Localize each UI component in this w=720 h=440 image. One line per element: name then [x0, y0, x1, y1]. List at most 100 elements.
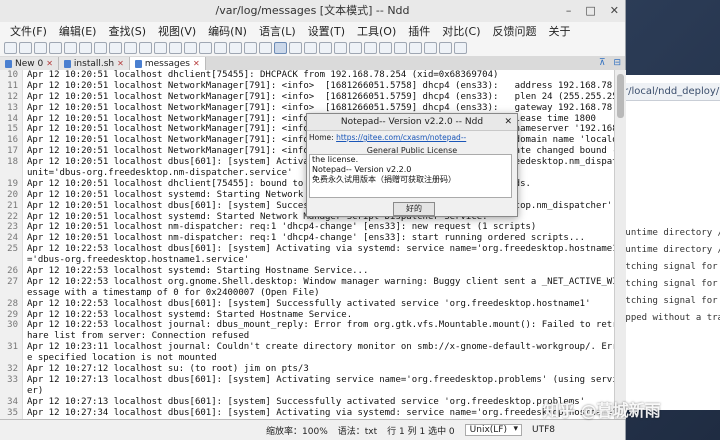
line-number: 31 [7, 342, 18, 353]
toolbar [0, 40, 625, 56]
tab-install-sh[interactable]: install.sh ✕ [58, 57, 130, 70]
column-icon[interactable] [424, 42, 437, 54]
line-text: unit='dbus-org.freedesktop.nm-dispatcher… [27, 168, 293, 179]
menu-bar: 文件(F) 编辑(E) 查找(S) 视图(V) 编码(N) 语言(L) 设置(T) 工具(O)… [0, 22, 625, 40]
editor-line: 10 Apr 12 10:20:51 localhost dhclient[754… [0, 70, 614, 81]
copy-icon[interactable] [109, 42, 122, 54]
goto-icon[interactable] [199, 42, 212, 54]
compare-icon[interactable] [289, 42, 302, 54]
maximize-icon[interactable]: □ [585, 0, 595, 22]
menu-item[interactable]: 对比(C) [436, 23, 486, 39]
upper-icon[interactable] [394, 42, 407, 54]
tab-label: messages [144, 58, 190, 69]
macro-play-icon[interactable] [349, 42, 362, 54]
bookmark-icon[interactable] [319, 42, 332, 54]
line-text: Apr 12 10:20:51 localhost NetworkManager… [27, 102, 614, 113]
line-text: Apr 12 10:23:11 localhost journal: Could… [27, 342, 614, 353]
find-icon[interactable] [169, 42, 182, 54]
macro-record-icon[interactable] [334, 42, 347, 54]
line-number: 12 [7, 91, 18, 102]
open-file-icon[interactable] [19, 42, 32, 54]
close-all-icon[interactable] [79, 42, 92, 54]
tab-messages[interactable]: messages ✕ [129, 57, 206, 70]
trans-icon[interactable] [379, 42, 392, 54]
save-icon[interactable] [34, 42, 47, 54]
editor-line: 30 Apr 12 10:22:53 localhost journal: dbu… [0, 320, 614, 331]
editor-line: 28 Apr 12 10:22:53 localhost dbus[601]: [… [0, 299, 614, 310]
home-link[interactable]: https://gitee.com/cxasm/notepad-- [336, 133, 466, 142]
menu-item[interactable]: 编辑(E) [53, 23, 103, 39]
indent-guide-icon[interactable] [229, 42, 242, 54]
replace-icon[interactable] [184, 42, 197, 54]
editor-line: 24 Apr 12 10:20:51 localhost nm-dispatche… [0, 233, 614, 244]
close-icon[interactable]: ✕ [504, 114, 512, 130]
menu-item[interactable]: 查找(S) [102, 23, 152, 39]
eol-select[interactable]: Unix(LF) [464, 424, 522, 436]
tab-new-0[interactable]: New 0 ✕ [0, 57, 59, 70]
editor-line: 32 Apr 12 10:27:12 localhost su: (to root… [0, 364, 614, 375]
editor-line: 11 Apr 12 10:20:51 localhost NetworkManag… [0, 81, 614, 92]
vertical-scrollbar[interactable] [614, 70, 626, 419]
pin-icon[interactable]: ⊼ [599, 56, 606, 70]
editor-line: 31 Apr 12 10:23:11 localhost journal: Cou… [0, 342, 614, 353]
dialog-title: Notepad-- Version v2.2.0 -- Ndd [340, 117, 484, 127]
line-text: Apr 12 10:20:51 localhost dhclient[75455… [27, 70, 499, 80]
line-number: 27 [7, 276, 18, 287]
line-text: er) [27, 385, 44, 396]
minimize-icon[interactable]: – [566, 0, 572, 22]
line-text: Apr 12 10:27:13 localhost dbus[601]: [sy… [27, 396, 586, 407]
close-tab-icon[interactable]: ✕ [46, 59, 53, 68]
hex-icon[interactable] [304, 42, 317, 54]
paste-icon[interactable] [124, 42, 137, 54]
mark-icon[interactable] [439, 42, 452, 54]
show-symbols-icon[interactable] [244, 42, 257, 54]
tab-list-icon[interactable]: ⊟ [613, 56, 621, 70]
cut-icon[interactable] [94, 42, 107, 54]
editor-line: 35 Apr 12 10:27:34 localhost dbus[601]: [… [0, 408, 614, 419]
menu-item[interactable]: 设置(T) [302, 23, 351, 39]
scrollbar-thumb[interactable] [617, 74, 624, 118]
menu-item[interactable]: 关于 [543, 23, 577, 39]
close-tab-icon[interactable]: ✕ [193, 59, 200, 68]
close-file-icon[interactable] [64, 42, 77, 54]
sync-icon[interactable] [364, 42, 377, 54]
zoom-in-icon[interactable] [259, 42, 272, 54]
line-number: 15 [7, 124, 18, 135]
editor-line: e specified location is not mounted [0, 353, 614, 364]
line-text: Apr 12 10:27:12 localhost su: (to root) … [27, 364, 309, 375]
menu-item[interactable]: 视图(V) [152, 23, 202, 39]
line-text: Apr 12 10:20:51 localhost nm-dispatcher:… [27, 233, 586, 244]
editor-line: 25 Apr 12 10:22:53 localhost dbus[601]: [… [0, 244, 614, 255]
line-number: 23 [7, 222, 18, 233]
line-number: 25 [7, 244, 18, 255]
close-icon[interactable]: ✕ [610, 0, 619, 22]
lower-icon[interactable] [409, 42, 422, 54]
line-number: 28 [7, 298, 18, 309]
file-icon [5, 59, 12, 68]
save-all-icon[interactable] [49, 42, 62, 54]
wrap-icon[interactable] [214, 42, 227, 54]
menu-item[interactable]: 编码(N) [202, 23, 253, 39]
line-text: Apr 12 10:22:53 localhost dbus[601]: [sy… [27, 244, 614, 255]
menu-item[interactable]: 反馈问题 [487, 23, 543, 39]
status-bar: 缩放率：100% 语法：txt 行 1 列 1 选中 0 Unix(LF) UT… [0, 419, 625, 440]
ok-button[interactable]: 好的 [393, 202, 435, 216]
close-tab-icon[interactable]: ✕ [117, 59, 124, 68]
menu-item[interactable]: 工具(O) [351, 23, 402, 39]
menu-item[interactable]: 文件(F) [4, 23, 53, 39]
menu-item[interactable]: 插件 [402, 23, 436, 39]
line-text: Apr 12 10:22:53 localhost org.gnome.Shel… [27, 276, 614, 287]
file-icon [134, 59, 142, 68]
editor-line: 13 Apr 12 10:20:51 localhost NetworkManag… [0, 103, 614, 114]
editor-line: 29 Apr 12 10:22:53 localhost systemd: Sta… [0, 310, 614, 321]
redo-icon[interactable] [154, 42, 167, 54]
line-number: 14 [7, 113, 18, 124]
menu-item[interactable]: 语言(L) [253, 23, 302, 39]
license-textbox[interactable]: the license. Notepad-- Version v2.2.0 免费… [309, 154, 512, 198]
new-file-icon[interactable] [4, 42, 17, 54]
zoom-out-icon[interactable] [274, 42, 287, 54]
line-number: 29 [7, 309, 18, 320]
undo-icon[interactable] [139, 42, 152, 54]
line-number: 13 [7, 102, 18, 113]
fold-icon[interactable] [454, 42, 467, 54]
